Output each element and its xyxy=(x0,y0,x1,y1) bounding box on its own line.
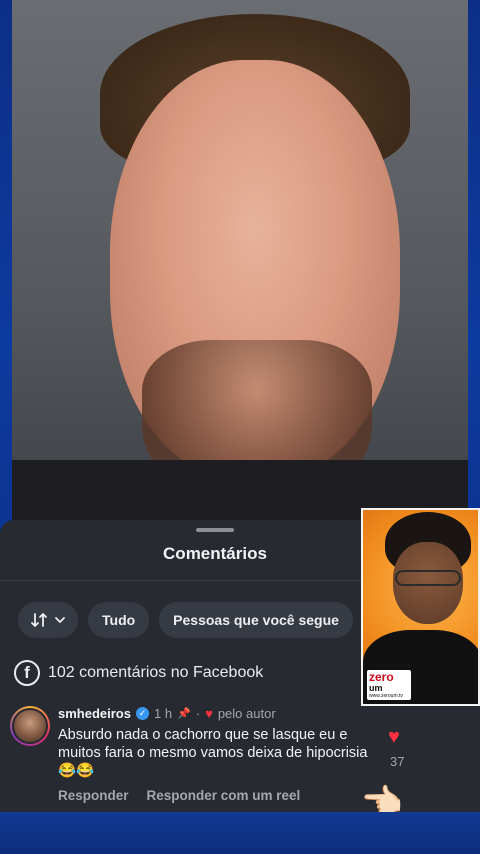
zeroum-logo: zero um www.zeroum.tv xyxy=(367,670,411,700)
heart-icon[interactable]: ♥ xyxy=(388,726,400,749)
verified-badge-icon: ✓ xyxy=(135,707,149,720)
facebook-comment-count: 102 comentários no Facebook xyxy=(48,664,264,681)
meta-separator: · xyxy=(195,706,201,721)
chip-all[interactable]: Tudo xyxy=(88,602,150,638)
drag-handle[interactable] xyxy=(196,528,234,532)
comment-meta: smhedeiros ✓ 1 h 📌 · ♥ pelo autor xyxy=(58,706,276,721)
comment-actions: Responder Responder com um reel xyxy=(58,788,300,803)
comment-text: Absurdo nada o cachorro que se lasque eu… xyxy=(58,727,368,779)
pin-icon: 📌 xyxy=(177,708,191,720)
inset-image: zero um www.zeroum.tv xyxy=(361,508,480,706)
avatar[interactable] xyxy=(10,706,50,746)
comment-time: 1 h xyxy=(153,706,173,721)
facebook-comments-row[interactable]: f 102 comentários no Facebook xyxy=(14,660,263,686)
video-player[interactable] xyxy=(12,0,468,520)
bottom-background xyxy=(0,812,480,854)
chip-people-you-follow[interactable]: Pessoas que você segue xyxy=(159,602,353,638)
liked-by-author: pelo autor xyxy=(217,706,276,721)
facebook-icon: f xyxy=(14,660,40,686)
glasses-icon xyxy=(395,570,461,586)
reply-button[interactable]: Responder xyxy=(58,788,129,803)
reply-with-reel-button[interactable]: Responder com um reel xyxy=(147,788,301,803)
comment-username[interactable]: smhedeiros xyxy=(58,706,131,721)
chevron-down-icon xyxy=(54,614,66,626)
sort-chip[interactable] xyxy=(18,602,78,638)
author-heart-icon: ♥ xyxy=(205,706,213,721)
like-count: 37 xyxy=(390,754,405,769)
filter-chips: Tudo Pessoas que você segue xyxy=(18,602,353,638)
sort-arrows-icon xyxy=(30,611,48,629)
